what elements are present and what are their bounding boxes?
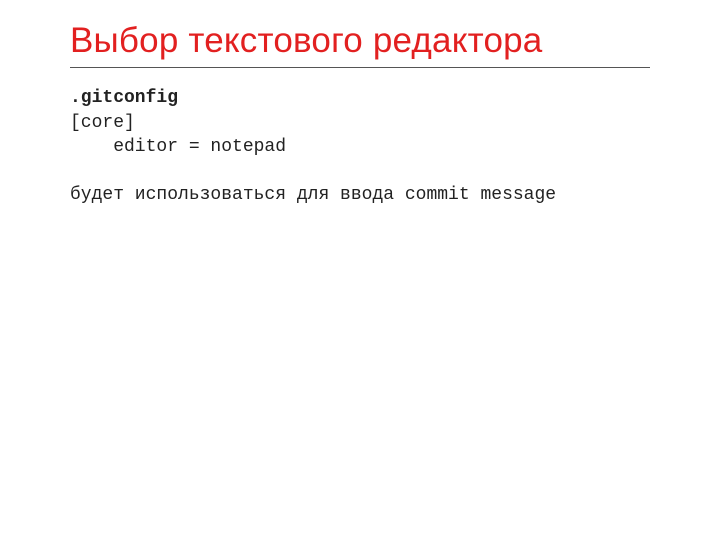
code-filename: .gitconfig — [70, 88, 178, 108]
title-divider — [70, 67, 650, 68]
code-line-editor: editor = notepad — [70, 137, 286, 157]
slide-title: Выбор текстового редактора — [70, 20, 650, 61]
description-text: будет использоваться для ввода commit me… — [70, 183, 650, 207]
code-line-section: [core] — [70, 113, 135, 133]
slide: Выбор текстового редактора .gitconfig [c… — [0, 0, 720, 540]
gitconfig-snippet: .gitconfig [core] editor = notepad — [70, 86, 650, 159]
